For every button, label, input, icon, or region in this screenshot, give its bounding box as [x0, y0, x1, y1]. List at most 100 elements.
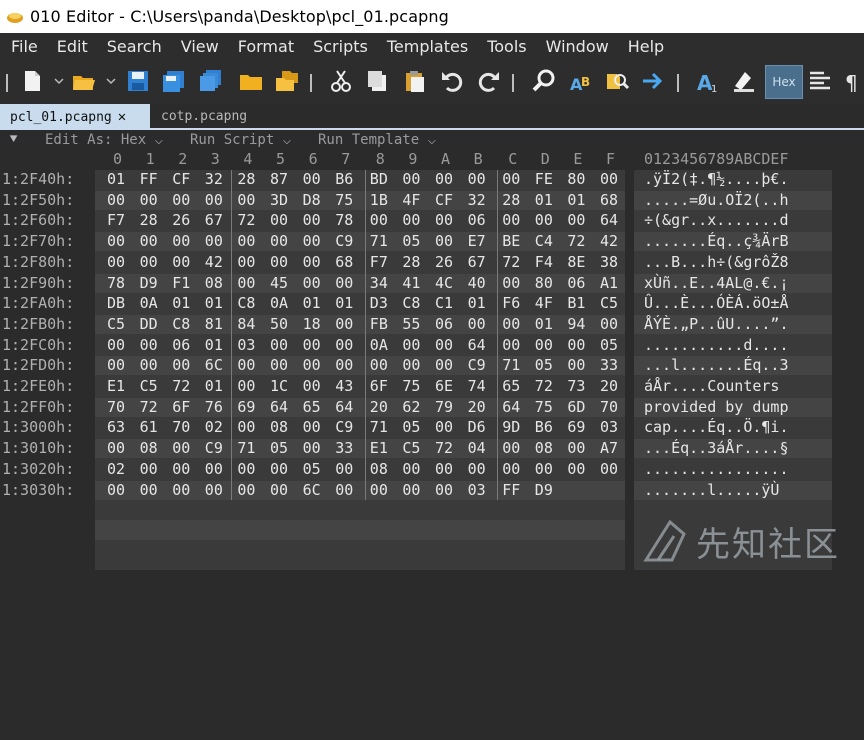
hex-byte-cell[interactable]: D8	[303, 191, 321, 209]
hex-byte-cell[interactable]: 00	[237, 232, 255, 250]
hex-byte-cell[interactable]: 00	[335, 336, 353, 354]
menu-tools[interactable]: Tools	[487, 37, 526, 56]
hex-byte-cell[interactable]: 42	[205, 253, 223, 271]
hex-byte-cell[interactable]: 08	[370, 460, 388, 478]
hex-byte-cell[interactable]: 02	[205, 418, 223, 436]
paragraph-icon[interactable]: ¶	[840, 67, 864, 95]
run-script-dropdown[interactable]: Run Script ⌵	[190, 132, 291, 148]
hex-byte-cell[interactable]: 45	[270, 274, 288, 292]
hex-byte-cell[interactable]: 00	[303, 439, 321, 457]
edit-as-dropdown[interactable]: Edit As: Hex ⌵	[45, 132, 163, 148]
hex-byte-cell[interactable]: 00	[237, 377, 255, 395]
hex-byte-cell[interactable]: C5	[600, 294, 618, 312]
hex-byte-cell[interactable]: BE	[502, 232, 520, 250]
hex-byte-cell[interactable]: 69	[237, 398, 255, 416]
hex-byte-cell[interactable]: F1	[172, 274, 190, 292]
save-all-icon[interactable]	[197, 67, 225, 95]
text-row[interactable]: ...l.......Éq..3	[644, 356, 789, 374]
hex-byte-cell[interactable]: 9D	[502, 418, 520, 436]
hex-byte-cell[interactable]: 8E	[567, 253, 585, 271]
hex-byte-cell[interactable]: 00	[567, 211, 585, 229]
text-row[interactable]: áÅr....Counters	[644, 377, 789, 395]
hex-byte-cell[interactable]: 61	[140, 418, 158, 436]
hex-byte-cell[interactable]: 00	[237, 253, 255, 271]
hex-byte-cell[interactable]: 43	[335, 377, 353, 395]
hex-byte-cell[interactable]: 74	[468, 377, 486, 395]
hex-byte-cell[interactable]: 26	[435, 253, 453, 271]
hex-byte-cell[interactable]: 00	[270, 232, 288, 250]
hex-byte-cell[interactable]: 00	[270, 356, 288, 374]
hex-byte-cell[interactable]: 00	[303, 356, 321, 374]
hex-byte-cell[interactable]: 28	[502, 191, 520, 209]
hex-byte-cell[interactable]: C5	[140, 377, 158, 395]
hex-byte-cell[interactable]: 62	[402, 398, 420, 416]
menu-search[interactable]: Search	[107, 37, 162, 56]
hex-byte-cell[interactable]: 42	[600, 232, 618, 250]
hex-byte-cell[interactable]: 00	[107, 481, 125, 499]
hex-byte-cell[interactable]: 00	[502, 211, 520, 229]
hex-byte-cell[interactable]: 01	[303, 294, 321, 312]
hex-byte-cell[interactable]: 08	[205, 274, 223, 292]
hex-byte-cell[interactable]: 00	[502, 336, 520, 354]
hex-byte-cell[interactable]: 08	[140, 439, 158, 457]
hex-byte-cell[interactable]: 72	[140, 398, 158, 416]
hex-byte-cell[interactable]: C5	[402, 439, 420, 457]
hex-byte-cell[interactable]: 64	[335, 398, 353, 416]
hex-byte-cell[interactable]: 03	[468, 481, 486, 499]
hex-byte-cell[interactable]: 00	[303, 253, 321, 271]
hex-byte-cell[interactable]: 00	[107, 191, 125, 209]
text-row[interactable]: provided by dump	[644, 398, 789, 416]
hex-byte-cell[interactable]: 72	[172, 377, 190, 395]
hex-byte-cell[interactable]: E7	[468, 232, 486, 250]
hex-byte-cell[interactable]: F7	[370, 253, 388, 271]
hex-byte-cell[interactable]: 4F	[535, 294, 553, 312]
hex-byte-cell[interactable]: DD	[140, 315, 158, 333]
hex-byte-cell[interactable]: 26	[172, 211, 190, 229]
menu-file[interactable]: File	[11, 37, 38, 56]
find-in-files-icon[interactable]	[603, 67, 631, 95]
hex-byte-cell[interactable]: 03	[600, 418, 618, 436]
hex-byte-cell[interactable]: 00	[205, 232, 223, 250]
hex-byte-cell[interactable]: 78	[107, 274, 125, 292]
hex-byte-cell[interactable]: 00	[502, 460, 520, 478]
hex-byte-cell[interactable]: 00	[140, 232, 158, 250]
hex-byte-cell[interactable]: 71	[370, 418, 388, 436]
hex-byte-cell[interactable]: 00	[172, 460, 190, 478]
hex-byte-cell[interactable]: 0A	[370, 336, 388, 354]
hex-byte-cell[interactable]: 01	[535, 315, 553, 333]
hex-byte-cell[interactable]: 00	[303, 377, 321, 395]
hex-byte-cell[interactable]: 50	[270, 315, 288, 333]
hex-byte-cell[interactable]: 06	[435, 315, 453, 333]
hex-byte-cell[interactable]: 20	[370, 398, 388, 416]
hex-byte-cell[interactable]: 01	[335, 294, 353, 312]
hex-byte-cell[interactable]: 00	[535, 460, 553, 478]
menu-scripts[interactable]: Scripts	[313, 37, 368, 56]
hex-byte-cell[interactable]: D9	[535, 481, 553, 499]
hex-byte-cell[interactable]: 38	[600, 253, 618, 271]
hex-byte-cell[interactable]: 28	[237, 170, 255, 188]
menu-edit[interactable]: Edit	[57, 37, 88, 56]
hex-byte-cell[interactable]: CF	[172, 170, 190, 188]
hex-byte-cell[interactable]: 00	[303, 418, 321, 436]
hex-byte-cell[interactable]: 00	[107, 336, 125, 354]
hex-byte-cell[interactable]: 33	[600, 356, 618, 374]
hex-byte-cell[interactable]: 05	[402, 418, 420, 436]
hex-byte-cell[interactable]: BD	[370, 170, 388, 188]
hex-byte-cell[interactable]: 18	[303, 315, 321, 333]
hex-byte-cell[interactable]: 0A	[140, 294, 158, 312]
hex-byte-cell[interactable]: 00	[172, 481, 190, 499]
hex-byte-cell[interactable]: 00	[237, 481, 255, 499]
hex-byte-cell[interactable]: DB	[107, 294, 125, 312]
hex-byte-cell[interactable]: FB	[370, 315, 388, 333]
text-row[interactable]: Û...È...ÓÈÁ.öO±Å	[644, 294, 789, 312]
hex-byte-cell[interactable]: 6F	[370, 377, 388, 395]
hex-byte-cell[interactable]: 71	[237, 439, 255, 457]
hex-byte-cell[interactable]: 00	[435, 170, 453, 188]
hex-byte-cell[interactable]: 64	[502, 398, 520, 416]
hex-byte-cell[interactable]: 00	[402, 481, 420, 499]
collapse-icon[interactable]: ⯆	[8, 132, 19, 148]
hex-byte-cell[interactable]: 00	[205, 481, 223, 499]
hex-byte-cell[interactable]: 00	[435, 460, 453, 478]
tab-cotp[interactable]: cotp.pcapng	[161, 109, 247, 124]
hex-byte-cell[interactable]: 01	[205, 377, 223, 395]
